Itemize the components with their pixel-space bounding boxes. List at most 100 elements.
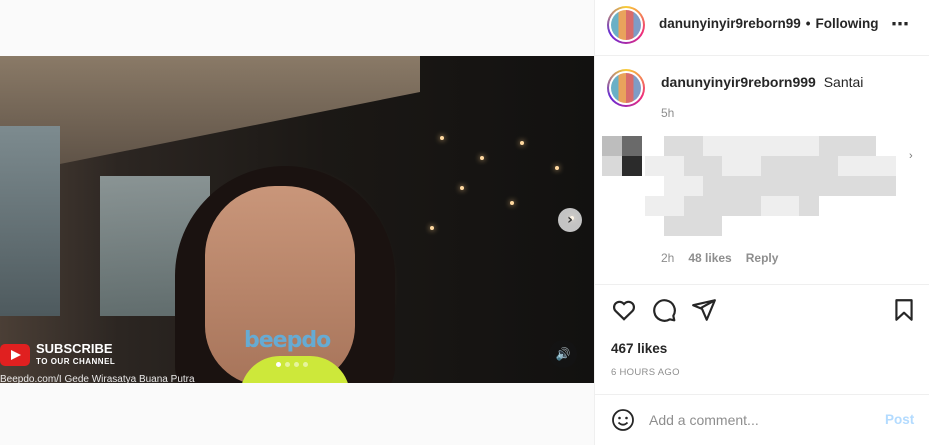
blur-pixel (645, 136, 665, 156)
subscribe-banner: SUBSCRIBE TO OUR CHANNEL (0, 342, 115, 368)
media-watermark: beepdo (244, 328, 331, 353)
blur-pixel (722, 196, 742, 216)
action-bar: 467 likes 6 HOURS AGO (595, 284, 929, 394)
blur-pixel (722, 216, 742, 236)
blur-pixel (780, 216, 800, 236)
blur-pixel (645, 176, 665, 196)
blur-pixel (857, 216, 877, 236)
comment-meta: 2h 48 likes Reply (661, 251, 778, 265)
caption-username[interactable]: danunyinyir9reborn999 (661, 74, 816, 90)
blur-pixel (780, 136, 800, 156)
author-username[interactable]: danunyinyir9reborn99 (659, 16, 801, 31)
blur-pixel (818, 156, 838, 176)
blur-pixel (741, 216, 761, 236)
post-header: danunyinyir9reborn99 • Following ⋯ (595, 0, 929, 56)
chevron-right-icon: › (909, 150, 913, 162)
caption-time: 5h (661, 106, 675, 120)
separator-dot: • (805, 16, 811, 31)
carousel-dot (294, 362, 299, 367)
blur-pixel (876, 136, 896, 156)
blur-pixel (895, 196, 915, 216)
blur-pixel (799, 136, 819, 156)
sound-toggle-button[interactable]: 🔊 (549, 340, 577, 368)
blur-pixel (760, 216, 780, 236)
heart-icon[interactable] (611, 297, 637, 323)
blur-pixel (799, 216, 819, 236)
blur-pixel (780, 196, 800, 216)
blur-pixel (857, 136, 877, 156)
more-options-icon[interactable]: ⋯ (891, 14, 910, 35)
chevron-right-icon: › (567, 212, 573, 228)
blur-pixel (683, 136, 703, 156)
blur-pixel (837, 216, 858, 236)
blur-pixel (722, 176, 742, 196)
blur-pixel (818, 136, 838, 156)
blur-pixel (722, 156, 742, 176)
blur-pixel (722, 136, 742, 156)
blur-pixel (683, 216, 703, 236)
blur-pixel (799, 176, 819, 196)
blur-pixel (876, 176, 896, 196)
blur-pixel (645, 216, 665, 236)
blur-pixel (760, 176, 780, 196)
comment-icon[interactable] (651, 297, 677, 323)
comment-time: 2h (661, 251, 675, 265)
blur-pixel (895, 216, 915, 236)
speaker-icon: 🔊 (555, 347, 571, 361)
blur-pixel (664, 176, 684, 196)
blur-pixel (645, 196, 665, 216)
blur-pixel (683, 196, 703, 216)
blur-pixel (702, 176, 723, 196)
youtube-icon (0, 344, 30, 366)
subscribe-title: SUBSCRIBE (36, 341, 113, 356)
blur-pixel (760, 196, 780, 216)
author-line: danunyinyir9reborn99 • Following (659, 16, 879, 31)
bookmark-icon[interactable] (891, 297, 917, 323)
caption-text-line: danunyinyir9reborn999 Santai (661, 74, 863, 90)
post-comment-button[interactable]: Post (885, 412, 914, 427)
blur-pixel (857, 176, 877, 196)
comment-likes[interactable]: 48 likes (688, 251, 731, 265)
media-store-left (0, 126, 60, 316)
blur-pixel (741, 156, 761, 176)
media-face (205, 186, 355, 383)
blurred-comment (645, 136, 915, 236)
caption-avatar[interactable] (607, 69, 645, 107)
blur-pixel (818, 176, 838, 196)
subscribe-text: SUBSCRIBE TO OUR CHANNEL (36, 342, 115, 368)
reply-button[interactable]: Reply (746, 251, 779, 265)
carousel-next-button[interactable]: › (558, 208, 582, 232)
blur-pixel (876, 216, 896, 236)
media-credit: Beepdo.com/I Gede Wirasatya Buana Putra (0, 374, 195, 383)
blur-pixel (818, 216, 838, 236)
author-avatar[interactable] (607, 6, 645, 44)
add-comment-bar: Post (595, 394, 929, 445)
blurred-commenter-avatar (602, 136, 642, 176)
blur-pixel (780, 176, 800, 196)
emoji-icon[interactable] (611, 408, 635, 432)
blur-pixel (664, 216, 684, 236)
likes-count[interactable]: 467 likes (611, 341, 667, 356)
blur-pixel (702, 156, 723, 176)
blur-pixel (857, 156, 877, 176)
blur-pixel (760, 136, 780, 156)
blur-pixel (895, 176, 915, 196)
blur-pixel (799, 156, 819, 176)
blur-pixel (741, 136, 761, 156)
post-media[interactable]: beepdo SUBSCRIBE TO OUR CHANNEL Beepdo.c… (0, 56, 594, 383)
blur-pixel (702, 136, 723, 156)
carousel-dots (276, 362, 308, 367)
blur-pixel (683, 176, 703, 196)
share-icon[interactable] (691, 297, 717, 323)
blur-pixel (857, 196, 877, 216)
blur-pixel (837, 156, 858, 176)
blur-pixel (760, 156, 780, 176)
comment-input[interactable] (649, 409, 859, 431)
following-button[interactable]: Following (816, 16, 879, 31)
blur-pixel (664, 156, 684, 176)
blur-pixel (876, 156, 896, 176)
post-side-panel: danunyinyir9reborn99 • Following ⋯ danunyi… (594, 0, 929, 445)
blur-pixel (741, 196, 761, 216)
carousel-dot (303, 362, 308, 367)
blur-pixel (702, 216, 723, 236)
